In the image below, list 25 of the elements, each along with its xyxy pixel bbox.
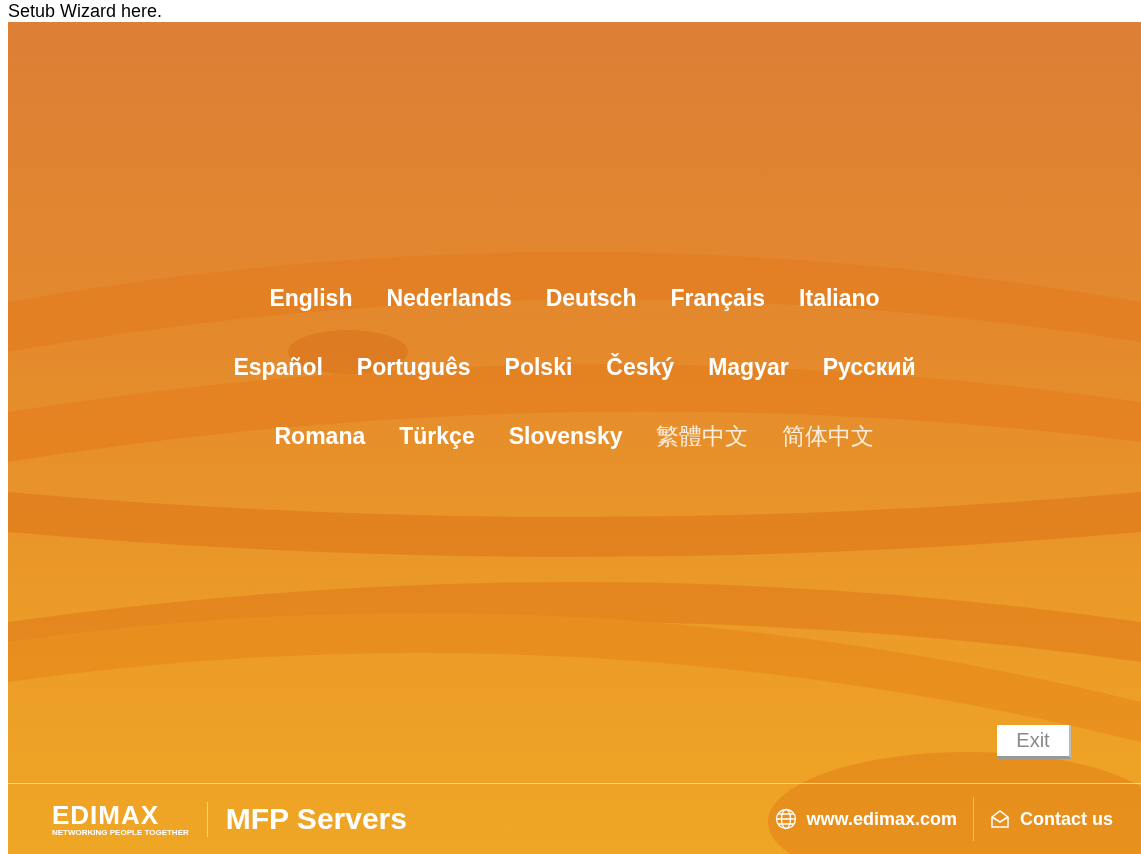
language-link[interactable]: Nederlands [380,285,518,312]
envelope-icon [990,810,1010,828]
language-link[interactable]: Slovensky [502,423,629,450]
exit-button[interactable]: Exit [997,725,1071,759]
language-link[interactable]: 简体中文 [776,421,881,452]
caption-text: Setub Wizard here. [7,0,164,22]
language-link[interactable]: English [263,285,359,312]
language-link[interactable]: Romana [268,423,372,450]
language-link[interactable]: Polski [498,354,579,381]
language-link[interactable]: Český [600,354,681,381]
language-link[interactable]: Français [664,285,772,312]
contact-link[interactable]: Contact us [990,808,1113,830]
language-link[interactable]: Español [227,354,329,381]
language-link[interactable]: Italiano [793,285,886,312]
language-link[interactable]: Türkçe [393,423,481,450]
product-title: MFP Servers [225,802,407,836]
website-link[interactable]: www.edimax.com [774,808,957,830]
logo-text: EDIMAX [52,801,160,828]
language-link[interactable]: Português [350,354,477,381]
globe-icon [774,808,797,830]
tagline-text: NETWORKING PEOPLE TOGETHER [52,827,189,837]
language-link[interactable]: 繁體中文 [650,421,755,452]
language-link[interactable]: Deutsch [539,285,643,312]
language-link[interactable]: Русский [816,354,922,381]
language-link[interactable]: Magyar [702,354,795,381]
